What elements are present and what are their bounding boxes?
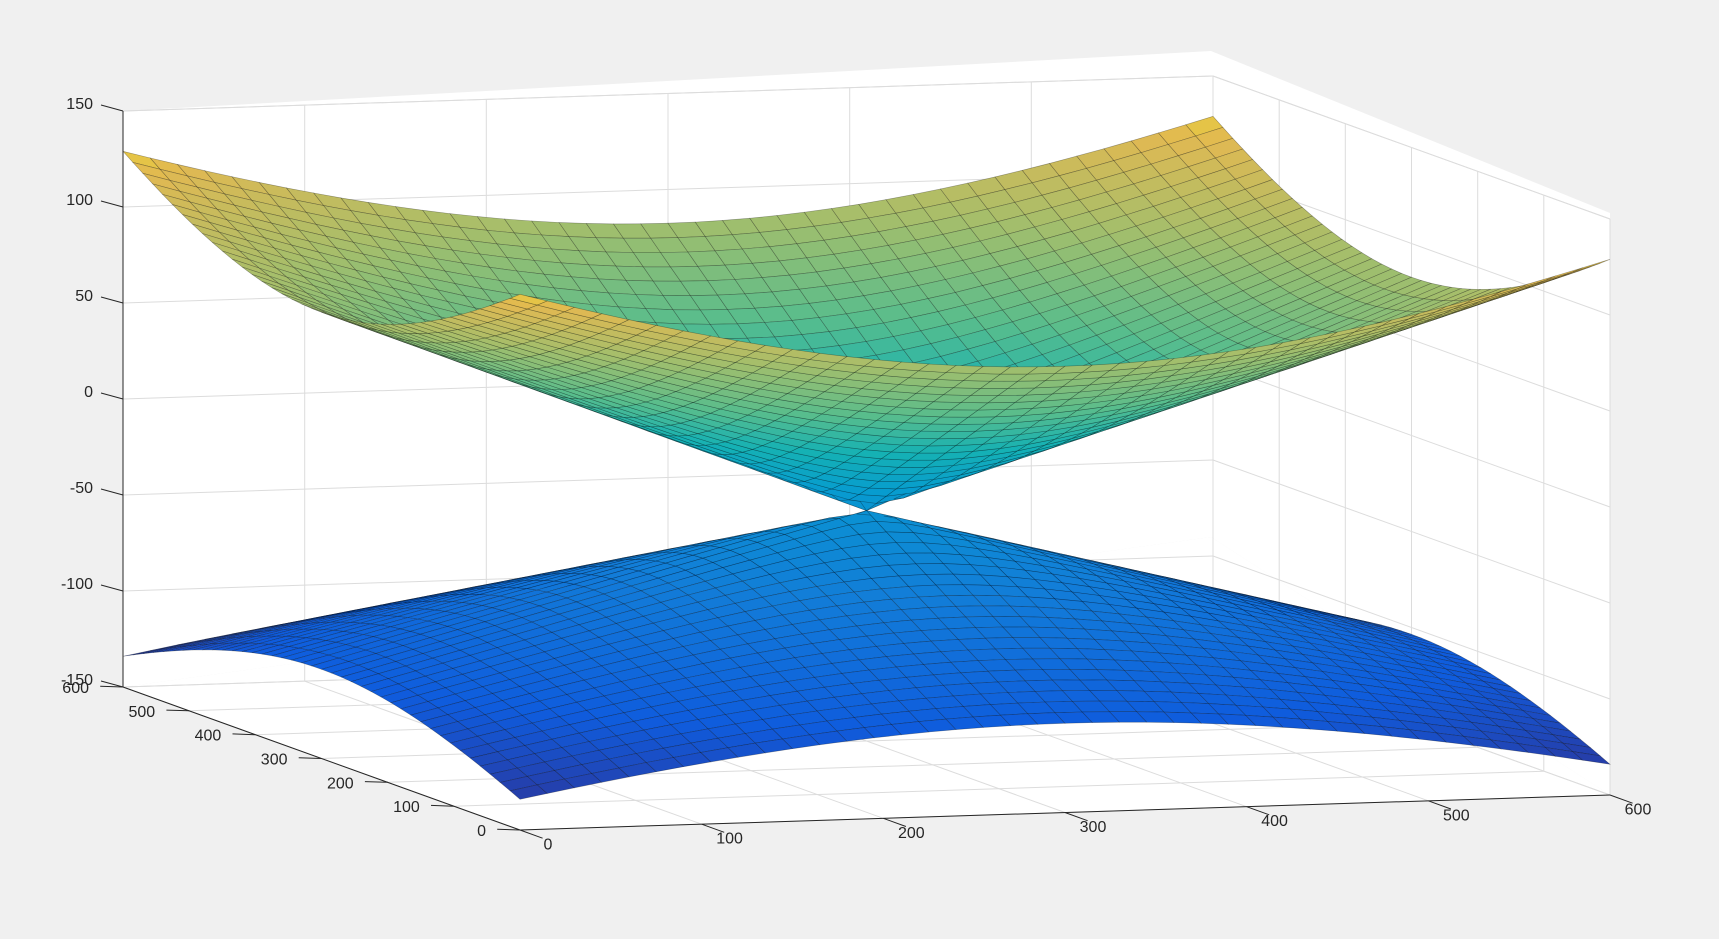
z-tick-label: 100 <box>66 192 93 209</box>
z-tick <box>100 296 124 304</box>
x-tick-label: 300 <box>1080 819 1107 836</box>
x-tick-label: 500 <box>1443 807 1470 824</box>
z-tick-label: 150 <box>66 96 93 113</box>
z-tick-label: -50 <box>70 480 93 497</box>
y-tick-label: 400 <box>195 728 222 745</box>
y-tick-label: 100 <box>393 799 420 816</box>
y-tick <box>430 804 454 807</box>
y-tick <box>364 781 388 783</box>
y-tick-label: 500 <box>128 704 155 721</box>
z-tick <box>100 200 124 208</box>
z-tick-label: -100 <box>61 576 93 593</box>
z-tick <box>100 104 124 112</box>
x-tick-label: 0 <box>544 837 553 854</box>
z-tick-label: -150 <box>61 672 93 689</box>
z-tick-label: 50 <box>75 288 93 305</box>
z-tick-label: 0 <box>84 384 93 401</box>
surface-plot: 0 100 200 300 400 500 6000100200300400500600-1… <box>61 51 1652 854</box>
x-tick-label: 600 <box>1625 802 1652 819</box>
y-tick-label: 0 <box>477 823 486 840</box>
x-tick <box>519 829 543 839</box>
z-tick <box>100 488 124 496</box>
y-tick <box>232 733 256 736</box>
x-tick-label: 100 <box>716 831 743 848</box>
y-tick <box>166 709 190 712</box>
y-tick-label: 200 <box>327 775 354 792</box>
z-tick <box>100 584 124 592</box>
z-tick <box>100 392 124 400</box>
x-tick-label: 400 <box>1261 813 1288 830</box>
x-tick-label: 200 <box>898 825 925 842</box>
y-tick-label: 300 <box>261 752 288 769</box>
y-tick <box>298 757 322 759</box>
y-tick <box>497 828 521 831</box>
